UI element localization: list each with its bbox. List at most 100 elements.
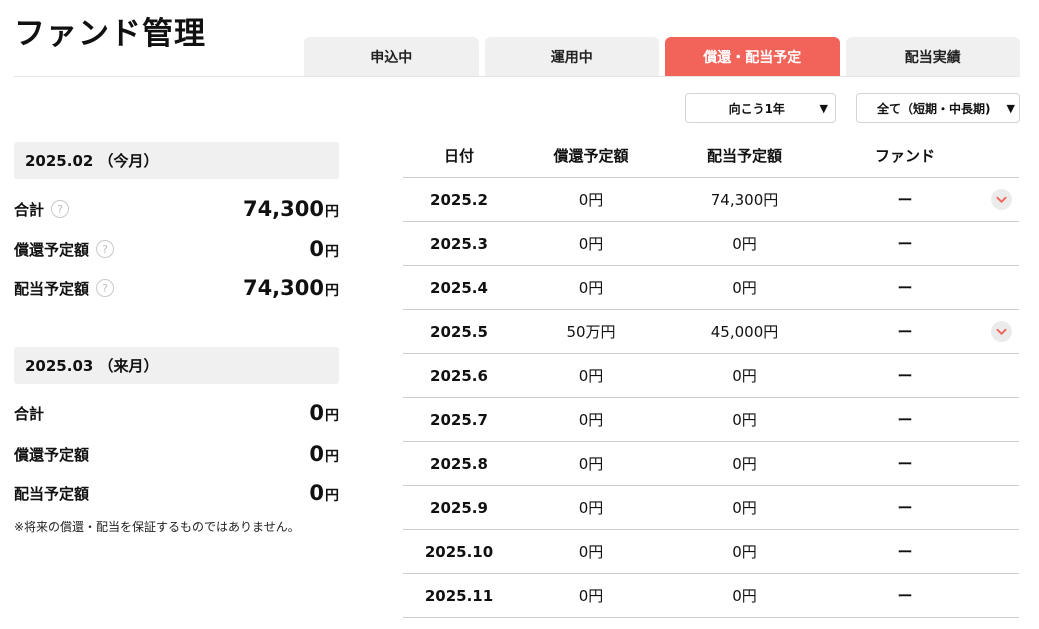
next-repayment-label: 償還予定額: [14, 445, 90, 464]
row-fund: ー: [897, 279, 913, 297]
schedule-table: 日付 償還予定額 配当予定額 ファンド 2025.2 0円 74,300円ー 2025…: [403, 134, 1019, 618]
row-repayment: 0円: [578, 191, 604, 209]
table-row: 2025.9 0円 0円 ー: [403, 486, 1019, 530]
table-row[interactable]: 2025.2 0円 74,300円 ー: [403, 178, 1019, 222]
row-fund: ー: [897, 323, 913, 341]
row-date: 2025.3: [430, 234, 488, 253]
row-date: 2025.4: [430, 278, 488, 297]
row-fund: ー: [897, 587, 913, 605]
currency-unit: 円: [325, 488, 339, 504]
column-header-date: 日付: [443, 147, 474, 165]
row-date: 2025.10: [424, 542, 494, 561]
current-dividend-row: 配当予定額 ? 74,300 円: [14, 275, 339, 301]
current-month-heading: 2025.02 （今月）: [14, 142, 339, 179]
column-header-fund: ファンド: [874, 147, 935, 165]
row-repayment: 0円: [578, 367, 604, 385]
period-select-label: 向こう1年: [728, 101, 785, 116]
row-repayment: 0円: [578, 411, 604, 429]
row-fund: ー: [897, 191, 913, 209]
row-dividend: 0円: [732, 455, 757, 473]
row-fund: ー: [897, 411, 913, 429]
row-repayment: 0円: [578, 543, 604, 561]
tab-repayment-dividend-schedule[interactable]: 償還・配当予定: [665, 37, 840, 76]
table-row: 2025.3 0円 0円 ー: [403, 222, 1019, 266]
currency-unit: 円: [325, 408, 339, 424]
row-repayment: 0円: [578, 235, 604, 253]
current-dividend-label: 配当予定額: [14, 279, 90, 298]
period-select[interactable]: 向こう1年 ▼: [685, 93, 836, 123]
row-dividend: 0円: [732, 499, 757, 517]
currency-unit: 円: [325, 449, 339, 465]
current-repayment-value: 0: [309, 237, 324, 261]
row-date: 2025.7: [430, 410, 488, 429]
current-total-value: 74,300: [242, 197, 324, 221]
row-fund: ー: [897, 367, 913, 385]
question-circle-icon[interactable]: ?: [96, 240, 115, 258]
row-fund: ー: [897, 543, 913, 561]
row-fund: ー: [897, 455, 913, 473]
table-row: 2025.4 0円 0円 ー: [403, 266, 1019, 310]
tab-operating[interactable]: 運用中: [484, 37, 659, 76]
tab-dividend-results[interactable]: 配当実績: [845, 37, 1020, 76]
row-date: 2025.5: [430, 322, 488, 341]
row-repayment: 0円: [578, 279, 604, 297]
column-header-repayment: 償還予定額: [553, 147, 629, 165]
row-repayment: 50万円: [566, 323, 616, 341]
row-repayment: 0円: [578, 499, 604, 517]
tab-applying[interactable]: 申込中: [304, 37, 479, 76]
currency-unit: 円: [325, 283, 339, 299]
question-circle-icon[interactable]: ?: [51, 200, 70, 218]
currency-unit: 円: [325, 204, 339, 220]
row-dividend: 0円: [732, 235, 757, 253]
row-dividend: 0円: [732, 367, 757, 385]
table-row: 2025.11 0円 0円 ー: [403, 574, 1019, 618]
table-row: 2025.10 0円 0円 ー: [403, 530, 1019, 574]
row-dividend: 0円: [732, 411, 757, 429]
table-row: 2025.8 0円 0円 ー: [403, 442, 1019, 486]
table-header: 日付 償還予定額 配当予定額 ファンド: [403, 134, 1019, 178]
current-total-row: 合計 ? 74,300 円: [14, 196, 339, 222]
row-fund: ー: [897, 499, 913, 517]
row-repayment: 0円: [578, 455, 604, 473]
next-total-label: 合計: [14, 404, 45, 423]
next-repayment-row: 償還予定額 0 円: [14, 441, 339, 467]
row-date: 2025.9: [430, 498, 488, 517]
tab-bar: 申込中 運用中 償還・配当予定 配当実績: [304, 37, 1020, 76]
currency-unit: 円: [325, 244, 339, 260]
next-repayment-value: 0: [309, 442, 324, 466]
page-title: ファンド管理: [14, 16, 206, 52]
current-dividend-value: 74,300: [242, 276, 324, 300]
title-divider: [14, 76, 1020, 77]
row-date: 2025.6: [430, 366, 488, 385]
next-total-row: 合計 0 円: [14, 400, 339, 426]
current-repayment-label: 償還予定額: [14, 240, 90, 259]
next-dividend-label: 配当予定額: [14, 484, 90, 503]
row-dividend: 0円: [732, 543, 757, 561]
row-dividend: 0円: [732, 587, 757, 605]
chevron-down-icon[interactable]: [991, 321, 1012, 342]
chevron-down-icon[interactable]: [991, 189, 1012, 210]
caret-down-icon: ▼: [1006, 101, 1015, 115]
row-date: 2025.2: [430, 190, 488, 209]
table-row[interactable]: 2025.5 50万円 45,000円 ー: [403, 310, 1019, 354]
next-dividend-row: 配当予定額 0 円: [14, 480, 339, 506]
fund-type-select[interactable]: 全て（短期・中長期) ▼: [856, 93, 1020, 123]
row-fund: ー: [897, 235, 913, 253]
next-total-value: 0: [309, 401, 324, 425]
row-dividend: 0円: [732, 279, 757, 297]
current-repayment-row: 償還予定額 ? 0 円: [14, 236, 339, 262]
next-month-heading: 2025.03 （来月）: [14, 347, 339, 384]
caret-down-icon: ▼: [819, 101, 828, 115]
table-row: 2025.6 0円 0円 ー: [403, 354, 1019, 398]
question-circle-icon[interactable]: ?: [96, 279, 115, 297]
fund-type-select-label: 全て（短期・中長期): [877, 101, 991, 116]
row-date: 2025.11: [424, 586, 494, 605]
current-total-label: 合計: [14, 200, 45, 219]
next-dividend-value: 0: [309, 481, 324, 505]
row-dividend: 74,300円: [710, 191, 779, 209]
row-repayment: 0円: [578, 587, 604, 605]
row-date: 2025.8: [430, 454, 488, 473]
table-row: 2025.7 0円 0円 ー: [403, 398, 1019, 442]
column-header-dividend: 配当予定額: [706, 147, 782, 165]
row-dividend: 45,000円: [710, 323, 779, 341]
